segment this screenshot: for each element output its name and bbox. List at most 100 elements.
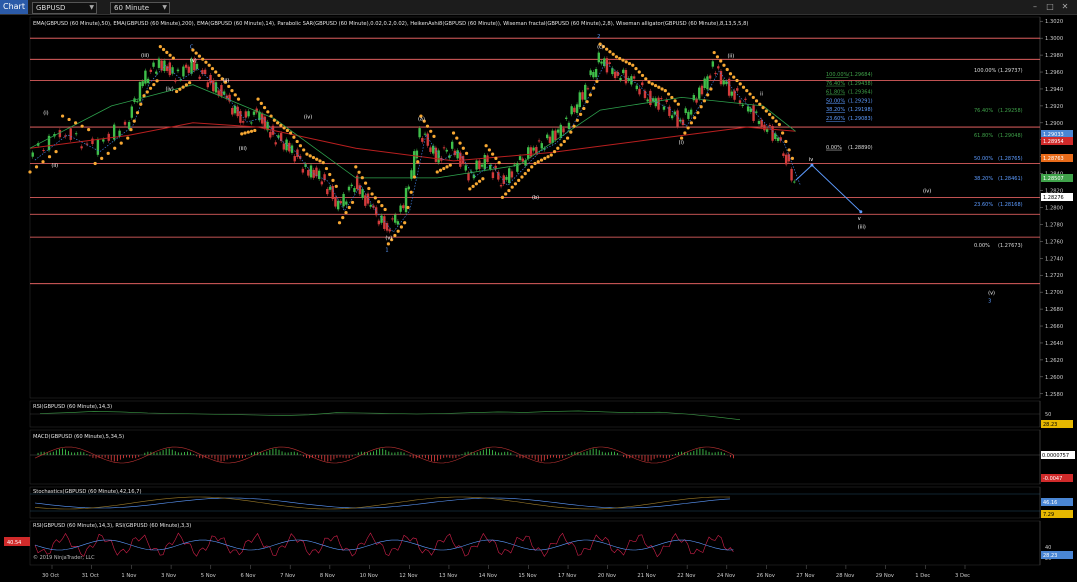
candle-body <box>554 130 557 141</box>
candle-body <box>388 229 391 232</box>
sar-dot <box>618 56 622 61</box>
sar-dot <box>148 86 153 90</box>
sar-dot <box>491 152 495 156</box>
fib-left-value: (1.29291) <box>848 98 873 104</box>
candle-body <box>649 90 652 106</box>
sar-dot <box>709 87 713 91</box>
y-tick-label: 1.2700 <box>1045 290 1063 296</box>
candle-body <box>123 121 127 125</box>
projection-point <box>859 210 863 214</box>
fib-left-pct: 50.00% <box>826 98 845 104</box>
sar-dot <box>279 123 283 127</box>
wave-label: (iii) <box>141 53 149 59</box>
candle-body <box>527 147 530 159</box>
candle-body <box>328 186 332 190</box>
sar-dot <box>28 170 32 174</box>
x-tick-label: 20 Nov <box>598 573 616 579</box>
fib-right-value: (1.28168) <box>998 202 1023 208</box>
sar-dot <box>487 148 491 152</box>
candle-body <box>58 130 62 138</box>
candle-body <box>260 113 264 124</box>
sar-dot <box>328 172 332 177</box>
candle-body <box>429 147 432 152</box>
sar-dot <box>595 79 599 83</box>
fib-left-pct: 38.20% <box>826 107 845 113</box>
sar-dot <box>784 139 788 144</box>
fib-left-pct: 61.80% <box>826 90 845 96</box>
candle-body <box>456 150 459 159</box>
sar-dot <box>197 54 202 58</box>
candle-body <box>361 189 364 198</box>
sar-dot <box>386 242 390 246</box>
candle-body <box>776 137 780 141</box>
candle-body <box>209 74 212 84</box>
sar-dot <box>253 128 257 133</box>
sar-dot <box>318 159 322 163</box>
sar-dot <box>34 165 39 169</box>
candle-body <box>497 172 500 180</box>
candle-body <box>269 131 272 138</box>
sar-dot <box>732 75 736 79</box>
candle-body <box>755 111 758 113</box>
sar-dot <box>471 184 475 188</box>
sar-dot <box>611 52 615 56</box>
candle-body <box>184 64 188 68</box>
sar-dot <box>728 72 733 76</box>
sar-dot <box>761 105 765 110</box>
sar-dot <box>311 155 316 160</box>
wave-label: (v) <box>988 291 995 297</box>
candle-body <box>662 106 666 110</box>
candle-body <box>364 195 367 206</box>
candle-body <box>700 85 704 95</box>
sar-dot <box>106 151 110 155</box>
sar-dot <box>771 116 775 120</box>
sar-dot <box>289 131 293 135</box>
candle-body <box>274 142 277 145</box>
sar-dot <box>774 119 778 123</box>
candle-body <box>752 105 755 121</box>
candle-body <box>790 168 793 181</box>
candle-body <box>374 207 378 216</box>
fib-left-pct: 23.60% <box>826 116 845 122</box>
candle-body <box>765 129 769 132</box>
candle-body <box>670 115 674 119</box>
sar-dot <box>145 90 149 94</box>
wave-label: (iv) <box>165 87 173 93</box>
candle-body <box>407 186 410 190</box>
sar-dot <box>93 161 97 166</box>
price-badge-label: 1.28763 <box>1043 156 1064 162</box>
candle-body <box>174 79 177 82</box>
candle-body <box>118 130 121 137</box>
candle-body <box>136 101 139 103</box>
wave-label: ii <box>760 92 763 98</box>
candle-body <box>717 66 720 69</box>
candle-body <box>521 158 524 162</box>
fib-left-value: (1.29684) <box>848 72 873 78</box>
y-tick-label: 1.2980 <box>1045 53 1063 59</box>
candle-body <box>730 91 734 96</box>
y-tick-label: 1.2760 <box>1045 239 1063 245</box>
candle-body <box>342 193 345 207</box>
rsi-panel-header: RSI(GBPUSD (60 Minute),14,3) <box>33 404 112 410</box>
sar-dot <box>347 205 351 210</box>
candle-body <box>622 69 625 74</box>
candle-body <box>676 110 679 127</box>
rsi2-y-tick: 40 <box>1045 545 1051 551</box>
candle-body <box>597 52 601 63</box>
sar-dot <box>689 121 693 125</box>
candle-body <box>616 72 620 76</box>
candle-body <box>475 160 478 170</box>
sar-dot <box>344 210 348 215</box>
candle-body <box>594 69 598 78</box>
candle-body <box>736 88 739 91</box>
sar-dot <box>249 129 254 133</box>
sar-dot <box>217 73 221 78</box>
macd-badge-label: 0.0000757 <box>1042 453 1069 459</box>
candle-body <box>334 197 337 207</box>
candle-body <box>383 216 386 229</box>
x-tick-label: 27 Nov <box>796 573 814 579</box>
sar-dot <box>175 89 179 94</box>
sar-dot <box>256 97 260 101</box>
y-tick-label: 1.2600 <box>1045 375 1063 381</box>
x-tick-label: 1 Dec <box>915 573 930 579</box>
